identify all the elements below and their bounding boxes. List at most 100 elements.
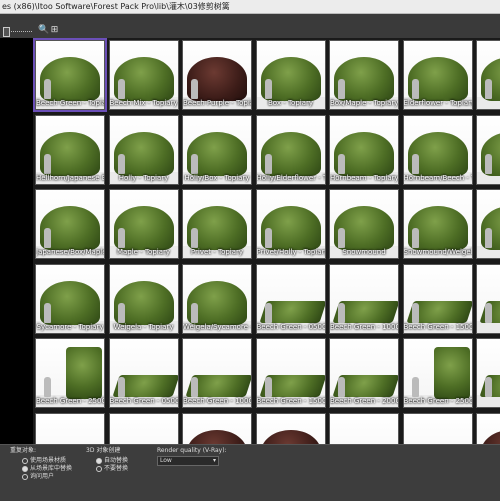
library-thumbnail[interactable]: Box/Maple - Topiary xyxy=(329,40,399,110)
library-thumbnail[interactable] xyxy=(329,412,399,444)
radio-icon[interactable] xyxy=(22,473,28,480)
radio-icon[interactable] xyxy=(96,465,102,472)
scale-figure-icon xyxy=(44,153,51,174)
option-ask-user[interactable]: 询问用户 xyxy=(22,473,54,481)
library-thumbnail[interactable] xyxy=(476,412,500,444)
library-thumbnail[interactable]: Privet/Holly - Topiary xyxy=(255,189,326,259)
library-thumbnail[interactable]: Snowmound xyxy=(329,189,399,259)
scale-figure-icon xyxy=(191,377,198,397)
radio-icon[interactable] xyxy=(96,457,102,464)
library-thumbnail[interactable]: Elderflower - Topiary xyxy=(402,40,473,110)
library-thumbnail[interactable] xyxy=(476,263,500,334)
library-thumbnail[interactable]: Hornbeam - Topiary xyxy=(329,114,399,185)
scale-figure-icon xyxy=(44,228,51,248)
library-thumbnail[interactable]: Japanese/Box/Maple - Topiary xyxy=(35,189,105,259)
thumbnail-label: Beech Green - 100CM xyxy=(330,322,399,331)
library-thumbnail[interactable]: Beech Green - 150CM xyxy=(255,338,326,408)
render-quality-select[interactable]: Low xyxy=(157,456,219,466)
library-thumbnail[interactable]: Sycamore - Topiary xyxy=(35,263,105,334)
library-thumbnail[interactable]: Hornbeam/Beech - Topiary xyxy=(402,114,473,185)
scale-figure-icon xyxy=(191,79,198,99)
thumbnail-label: Privet/Holly - Topiary xyxy=(256,248,326,256)
radio-icon[interactable] xyxy=(22,457,28,464)
library-thumbnail[interactable]: Beech Purple - Topiary xyxy=(182,40,252,110)
library-thumbnail[interactable]: Holly - Topiary xyxy=(108,114,179,185)
grid-view-icon[interactable]: ⊞ xyxy=(50,26,59,35)
library-thumbnail[interactable] xyxy=(476,114,500,185)
scale-figure-icon xyxy=(44,302,51,323)
zoom-slider-handle[interactable] xyxy=(3,27,10,37)
library-thumbnail[interactable]: Privet - Topiary xyxy=(182,189,252,259)
scale-figure-icon xyxy=(338,79,345,99)
library-thumbnail[interactable]: Hellhorn/Japanese Beech xyxy=(35,114,105,185)
library-thumbnail[interactable]: Beech Green - Topiary xyxy=(33,38,107,112)
library-thumbnail[interactable]: Beech Mix - Topiary xyxy=(108,40,179,110)
library-thumbnail[interactable]: Beech Green - 050CM xyxy=(255,263,326,334)
library-thumbnail[interactable]: Beech Green - 100CM xyxy=(329,263,399,334)
scale-figure-icon xyxy=(117,377,125,397)
scale-figure-icon xyxy=(191,302,198,323)
scale-figure-icon xyxy=(44,79,51,99)
option-use-scene-material[interactable]: 使用场景材质 xyxy=(22,457,66,465)
zoom-slider-track[interactable] xyxy=(8,31,32,33)
thumbnail-label: Sycamore - Topiary xyxy=(36,322,104,331)
thumbnail-label: Beech Green - 250CM xyxy=(36,397,105,405)
shrub-preview-image xyxy=(187,429,247,444)
scale-figure-icon xyxy=(485,228,492,248)
scale-figure-icon xyxy=(117,302,125,323)
scale-figure-icon xyxy=(411,302,419,323)
library-thumbnail[interactable]: Elder xyxy=(476,40,500,110)
duplicate-objects-title: 重复对象: xyxy=(10,447,37,454)
library-thumbnail[interactable]: Beech Green - 250CM xyxy=(35,338,105,408)
thumbnail-label: Holly/Box - Topiary xyxy=(184,173,250,182)
library-thumbnail[interactable]: Holly/Elderflower - Topiary xyxy=(255,114,326,185)
library-thumbnail[interactable]: Beech Green - 150CM xyxy=(402,263,473,334)
scale-figure-icon xyxy=(338,302,345,323)
library-thumbnail[interactable]: Snowmound/Weigela - Topiary xyxy=(402,189,473,259)
thumbnail-label: Beech Green - 050CM xyxy=(109,397,179,405)
option-no-replace[interactable]: 不要替换 xyxy=(96,465,128,473)
library-thumbnail[interactable]: Beech Green - 050CM xyxy=(108,338,179,408)
library-thumbnail[interactable]: Maple - Topiary xyxy=(108,189,179,259)
thumbnail-label: Weigela - Topiary xyxy=(113,322,174,331)
thumbnail-label: Holly/Elderflower - Topiary xyxy=(256,173,325,182)
object-creation-title: 3D 对象创建 xyxy=(86,447,121,454)
library-thumbnail[interactable]: Box - Topiary xyxy=(255,40,326,110)
thumbnail-label: Hornbeam - Topiary xyxy=(330,173,399,182)
option-auto-replace[interactable]: 自动替换 xyxy=(96,457,128,465)
library-thumbnail[interactable] xyxy=(108,412,179,444)
library-thumbnail[interactable] xyxy=(182,412,252,444)
radio-icon[interactable] xyxy=(22,465,28,472)
library-thumbnail[interactable]: Holly/Box - Topiary xyxy=(182,114,252,185)
thumbnail-label: Elder xyxy=(477,99,500,107)
thumbnail-label: Beech Mix - Topiary xyxy=(109,99,178,107)
scale-figure-icon xyxy=(191,153,198,174)
scale-figure-icon xyxy=(411,153,419,174)
shrub-preview-image xyxy=(260,429,321,444)
thumbnail-label: Snowmound/Weigela - Topiary xyxy=(403,248,473,256)
library-thumbnail[interactable]: Weigela/Sycamore - Topiary xyxy=(182,263,252,334)
scale-figure-icon xyxy=(411,79,419,99)
scale-figure-icon xyxy=(264,228,272,248)
thumbnail-label: Elderflower - Topiary xyxy=(403,99,473,107)
library-thumbnail[interactable] xyxy=(255,412,326,444)
thumbnail-label: Beech Green - 150CM xyxy=(256,397,326,405)
library-thumbnail[interactable] xyxy=(476,189,500,259)
scale-figure-icon xyxy=(264,302,272,323)
library-thumbnail[interactable] xyxy=(35,412,105,444)
library-thumbnail[interactable]: Beech Green - 200CM xyxy=(329,338,399,408)
thumbnail-label: Beech Green - Topiary xyxy=(36,99,104,107)
scale-figure-icon xyxy=(264,79,272,99)
library-thumbnail[interactable] xyxy=(476,338,500,408)
library-thumbnail[interactable]: Beech Green - 250CM xyxy=(402,338,473,408)
scale-figure-icon xyxy=(485,377,492,397)
library-thumbnail[interactable]: Beech Green - 100CM xyxy=(182,338,252,408)
library-thumbnail[interactable]: Weigela - Topiary xyxy=(108,263,179,334)
library-thumbnail[interactable] xyxy=(402,412,473,444)
thumbnail-label: Hellhorn/Japanese Beech xyxy=(36,173,104,182)
option-replace-from-library[interactable]: 从场景库中替换 xyxy=(22,465,72,473)
thumbnail-label: Snowmound xyxy=(342,248,386,256)
thumbnail-label: Beech Green - 250CM xyxy=(403,397,473,405)
search-icon[interactable]: 🔍 xyxy=(38,26,49,35)
scale-figure-icon xyxy=(411,228,419,248)
